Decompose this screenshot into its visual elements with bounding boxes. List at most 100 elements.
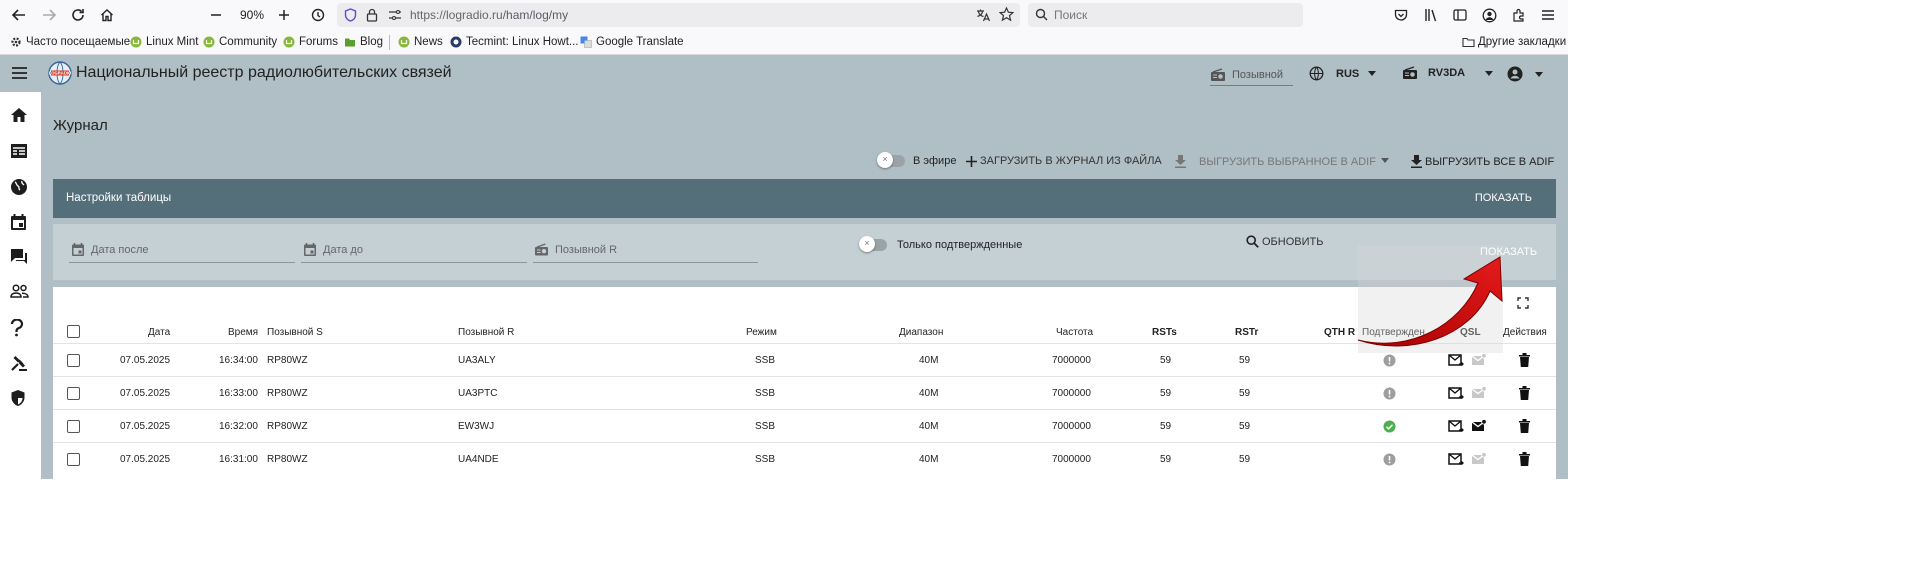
gavel-icon[interactable] <box>10 354 30 374</box>
calendar-icon <box>71 242 85 257</box>
header-band[interactable]: Диапазон <box>899 327 943 338</box>
cell-band: 40M <box>919 388 939 399</box>
calendar-icon[interactable] <box>10 213 30 233</box>
send-qsl-icon[interactable] <box>1448 453 1464 466</box>
cell-date: 07.05.2025 <box>120 454 171 465</box>
permissions-icon[interactable] <box>388 9 402 21</box>
export-selected-button[interactable]: ВЫГРУЗИТЬ ВЫБРАННОЕ В ADIF <box>1175 155 1376 168</box>
table-row[interactable]: 07.05.2025 16:31:00 RP80WZ UA4NDE SSB 40… <box>53 442 1556 475</box>
extensions-icon[interactable] <box>1506 2 1532 28</box>
lock-icon[interactable] <box>366 8 378 22</box>
bookmark-item[interactable]: Blog <box>344 36 383 48</box>
bookmark-item[interactable]: Google Translate <box>580 36 684 48</box>
received-qsl-icon[interactable] <box>1471 452 1487 465</box>
date-before-field[interactable]: Дата до <box>301 237 527 263</box>
zoom-level[interactable]: 90% <box>240 8 264 22</box>
on-air-switch[interactable]: × <box>877 152 905 168</box>
cell-band: 40M <box>919 355 939 366</box>
url-domain: https://logradio.ru <box>410 8 503 22</box>
delete-icon[interactable] <box>1519 452 1530 466</box>
home-icon[interactable] <box>10 107 30 127</box>
confirmed-only-switch[interactable]: × <box>859 236 887 252</box>
export-all-button[interactable]: ВЫГРУЗИТЬ ВСЕ В ADIF <box>1411 155 1554 168</box>
filter-panel: Дата после Дата до Позывной R × Только п… <box>53 224 1556 280</box>
history-icon[interactable] <box>305 2 331 28</box>
bookmark-star-icon[interactable] <box>999 7 1014 22</box>
export-menu-chevron-down-icon[interactable] <box>1381 158 1389 163</box>
bookmark-item[interactable]: Часто посещаемые <box>10 36 130 48</box>
bookmark-item[interactable]: Tecmint: Linux Howt... <box>450 36 578 48</box>
date-after-field[interactable]: Дата после <box>69 237 295 263</box>
logbook-icon[interactable] <box>10 143 30 163</box>
globe-icon <box>1309 66 1324 81</box>
confirmed-only-toggle[interactable]: × Только подтвержденные <box>859 236 1022 252</box>
bookmark-item[interactable]: News <box>398 36 443 48</box>
bookmark-item[interactable]: Forums <box>283 36 338 48</box>
table-row[interactable]: 07.05.2025 16:34:00 RP80WZ UA3ALY SSB 40… <box>53 343 1556 376</box>
shield-icon[interactable] <box>344 8 357 22</box>
chevron-down-icon <box>1535 71 1543 77</box>
station-selector[interactable]: RV3DA <box>1402 66 1494 80</box>
url-text[interactable]: https://logradio.ru/ham/log/my <box>410 8 568 22</box>
received-qsl-icon[interactable] <box>1471 386 1487 399</box>
callsign-r-filter-field[interactable]: Позывной R <box>533 237 758 263</box>
header-mode[interactable]: Режим <box>746 327 777 338</box>
bookmark-item[interactable]: Community <box>203 36 277 48</box>
nav-rail <box>0 92 40 479</box>
reload-icon[interactable] <box>65 2 91 28</box>
delete-icon[interactable] <box>1519 353 1530 367</box>
received-qsl-icon[interactable] <box>1471 419 1487 432</box>
table-row[interactable]: 07.05.2025 16:33:00 RP80WZ UA3PTC SSB 40… <box>53 376 1556 409</box>
row-checkbox[interactable] <box>67 453 80 466</box>
row-checkbox[interactable] <box>67 420 80 433</box>
refresh-button[interactable]: ОБНОВИТЬ <box>1246 235 1323 248</box>
sidebar-toggle-icon[interactable] <box>1447 2 1473 28</box>
search-bar[interactable]: Поиск <box>1028 3 1303 27</box>
select-all-checkbox[interactable] <box>67 325 80 338</box>
table-settings-bar[interactable]: Настройки таблицы ПОКАЗАТЬ <box>53 179 1556 218</box>
logradio-logo[interactable]: LOGRADIO <box>48 61 72 85</box>
user-menu[interactable] <box>1507 66 1543 82</box>
send-qsl-icon[interactable] <box>1448 420 1464 433</box>
hamburger-icon[interactable] <box>11 66 28 80</box>
header-rstr[interactable]: RSTr <box>1235 327 1258 338</box>
header-time[interactable]: Время <box>228 327 258 338</box>
library-icon[interactable] <box>1418 2 1444 28</box>
cell-band: 40M <box>919 454 939 465</box>
language-selector[interactable]: RUS <box>1309 66 1377 81</box>
delete-icon[interactable] <box>1519 419 1530 433</box>
header-date[interactable]: Дата <box>148 327 170 338</box>
people-icon[interactable] <box>10 284 30 304</box>
on-air-toggle[interactable]: × В эфире <box>877 152 956 168</box>
fullscreen-icon[interactable] <box>1517 297 1529 309</box>
callsign-search-field[interactable]: Позывной <box>1210 64 1293 86</box>
account-icon[interactable] <box>1476 2 1502 28</box>
table-row[interactable]: 07.05.2025 16:32:00 RP80WZ EW3WJ SSB 40M… <box>53 409 1556 442</box>
back-icon[interactable] <box>6 2 32 28</box>
zoom-out-icon[interactable] <box>203 2 229 28</box>
globe-icon[interactable] <box>10 178 30 198</box>
forward-icon[interactable] <box>36 2 62 28</box>
address-bar[interactable]: https://logradio.ru/ham/log/my <box>337 3 1020 27</box>
other-bookmarks[interactable]: Другие закладки <box>1462 36 1566 48</box>
zoom-in-icon[interactable] <box>271 2 297 28</box>
header-callsign-s[interactable]: Позывной S <box>267 327 323 338</box>
delete-icon[interactable] <box>1519 386 1530 400</box>
forum-icon[interactable] <box>10 248 30 268</box>
menu-icon[interactable] <box>1535 2 1561 28</box>
row-checkbox[interactable] <box>67 354 80 367</box>
help-icon[interactable] <box>10 319 30 339</box>
home-icon[interactable] <box>94 2 120 28</box>
row-checkbox[interactable] <box>67 387 80 400</box>
header-callsign-r[interactable]: Позывной R <box>458 327 514 338</box>
bookmark-item[interactable]: Linux Mint <box>130 36 198 48</box>
security-shield-icon[interactable] <box>10 389 30 409</box>
translate-icon[interactable] <box>976 8 990 22</box>
upload-log-button[interactable]: ЗАГРУЗИТЬ В ЖУРНАЛ ИЗ ФАЙЛА <box>966 155 1162 167</box>
table-settings-show-button[interactable]: ПОКАЗАТЬ <box>1475 192 1532 204</box>
pocket-icon[interactable] <box>1388 2 1414 28</box>
header-frequency[interactable]: Частота <box>1056 327 1093 338</box>
send-qsl-icon[interactable] <box>1448 387 1464 400</box>
app-title[interactable]: Национальный реестр радиолюбительских св… <box>76 64 452 82</box>
header-rsts[interactable]: RSTs <box>1152 327 1177 338</box>
